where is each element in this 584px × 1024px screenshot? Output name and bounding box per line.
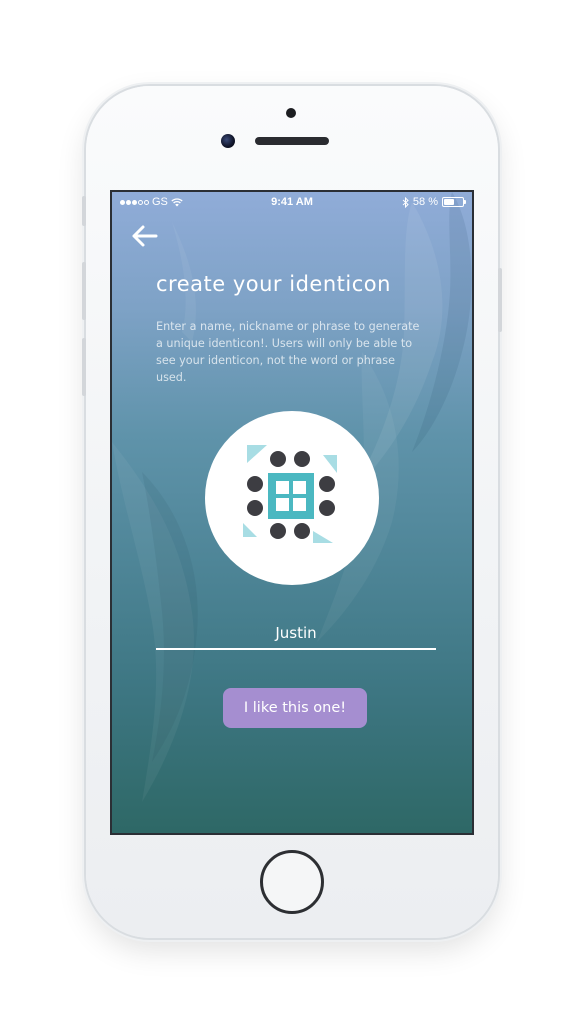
back-button[interactable] <box>130 224 160 248</box>
power-button <box>498 268 502 332</box>
proximity-sensor <box>286 108 296 118</box>
battery-icon <box>442 197 466 207</box>
earpiece-speaker <box>255 137 329 145</box>
battery-percent: 58 % <box>412 196 438 208</box>
status-bar: GS 9:41 AM 58 % <box>112 192 472 214</box>
mute-switch <box>82 196 86 226</box>
volume-down-button <box>82 338 86 396</box>
confirm-identicon-button[interactable]: I like this one! <box>223 688 367 728</box>
bluetooth-icon <box>402 196 409 208</box>
identicon-name-input[interactable] <box>156 618 436 650</box>
volume-up-button <box>82 262 86 320</box>
identicon-preview <box>205 411 379 585</box>
app-screen: GS 9:41 AM 58 % create your identicon En… <box>110 190 474 835</box>
front-camera <box>221 134 235 148</box>
arrow-left-icon <box>132 225 158 247</box>
home-button[interactable] <box>260 850 324 914</box>
status-right: 58 % <box>402 196 466 208</box>
identicon-graphic <box>243 445 337 543</box>
page-title: create your identicon <box>156 272 391 296</box>
page-description: Enter a name, nickname or phrase to gene… <box>156 320 420 384</box>
